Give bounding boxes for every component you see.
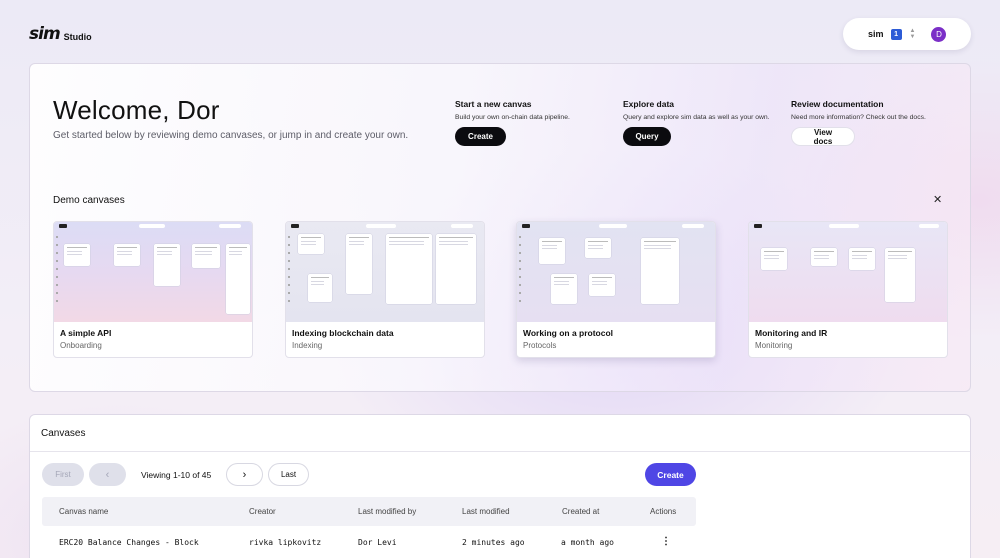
canvases-title: Canvases (41, 428, 86, 439)
account-badge: 1 (890, 28, 902, 40)
logo-text: Studio (63, 32, 92, 42)
new-canvas-title: Start a new canvas (455, 99, 532, 109)
view-docs-button[interactable]: View docs (791, 127, 855, 146)
column-header[interactable]: Last modified by (358, 507, 416, 516)
last-page-button[interactable]: Last (268, 463, 309, 486)
kebab-menu-icon[interactable]: ⋮ (661, 536, 671, 547)
demo-card-thumbnail (286, 222, 484, 322)
demo-card-simple-api[interactable]: A simple API Onboarding (53, 221, 253, 358)
query-button[interactable]: Query (623, 127, 671, 146)
docs-title: Review documentation (791, 99, 884, 109)
demo-card-protocol[interactable]: Working on a protocol Protocols (516, 221, 716, 358)
canvases-panel: Canvases First ‹ Viewing 1-10 of 45 › La… (29, 414, 971, 558)
column-header[interactable]: Canvas name (59, 507, 108, 516)
demo-canvases-heading: Demo canvases (53, 195, 125, 206)
new-canvas-desc: Build your own on-chain data pipeline. (455, 114, 570, 121)
demo-card-tag: Protocols (523, 341, 557, 350)
create-canvas-button-secondary[interactable]: Create (645, 463, 696, 486)
modified-by-cell: Dor Levi (358, 538, 397, 547)
demo-card-title: Monitoring and IR (755, 328, 828, 338)
column-header[interactable]: Creator (249, 507, 276, 516)
demo-card-thumbnail (517, 222, 715, 322)
docs-desc: Need more information? Check out the doc… (791, 114, 926, 121)
column-header[interactable]: Last modified (462, 507, 510, 516)
avatar[interactable]: D (931, 26, 947, 42)
demo-card-title: A simple API (60, 328, 112, 338)
demo-card-indexing[interactable]: Indexing blockchain data Indexing (285, 221, 485, 358)
pagination-status: Viewing 1-10 of 45 (141, 470, 212, 480)
demo-card-tag: Onboarding (60, 341, 102, 350)
new-canvas-action: Start a new canvas Build your own on-cha… (455, 99, 615, 146)
explore-data-title: Explore data (623, 99, 675, 109)
app-logo[interactable]: sim Studio (29, 24, 92, 44)
explore-data-action: Explore data Query and explore sim data … (623, 99, 783, 146)
table-header: Canvas name Creator Last modified by Las… (42, 497, 696, 526)
demo-card-tag: Monitoring (755, 341, 793, 350)
demo-card-thumbnail (749, 222, 947, 322)
column-header[interactable]: Created at (562, 507, 599, 516)
account-switcher[interactable]: sim 1 ▲ ▼ D (843, 18, 971, 50)
demo-card-tag: Indexing (292, 341, 323, 350)
column-header: Actions (650, 507, 677, 516)
demo-card-title: Working on a protocol (523, 328, 614, 338)
last-modified-cell: 2 minutes ago (462, 538, 525, 547)
welcome-title: Welcome, Dor (53, 95, 220, 125)
creator-cell: rivka lipkovitz (249, 538, 322, 547)
docs-action: Review documentation Need more informati… (791, 99, 951, 146)
close-icon[interactable]: ✕ (933, 193, 942, 206)
chevron-right-icon[interactable]: › (226, 463, 263, 486)
logo-mark: sim (29, 24, 61, 44)
create-canvas-button[interactable]: Create (455, 127, 506, 146)
demo-card-monitoring[interactable]: Monitoring and IR Monitoring (748, 221, 948, 358)
chevron-left-icon[interactable]: ‹ (89, 463, 126, 486)
first-page-button[interactable]: First (42, 463, 84, 486)
explore-data-desc: Query and explore sim data as well as yo… (623, 114, 770, 121)
divider (30, 451, 970, 452)
canvas-name-cell[interactable]: ERC20 Balance Changes - Block (59, 538, 199, 547)
account-name: sim (868, 29, 884, 39)
demo-card-title: Indexing blockchain data (292, 328, 394, 338)
demo-card-thumbnail (54, 222, 252, 322)
chevron-updown-icon[interactable]: ▲ ▼ (910, 28, 916, 40)
created-at-cell: a month ago (561, 538, 614, 547)
welcome-panel: Welcome, Dor Get started below by review… (29, 63, 971, 392)
welcome-subtitle: Get started below by reviewing demo canv… (53, 130, 409, 141)
